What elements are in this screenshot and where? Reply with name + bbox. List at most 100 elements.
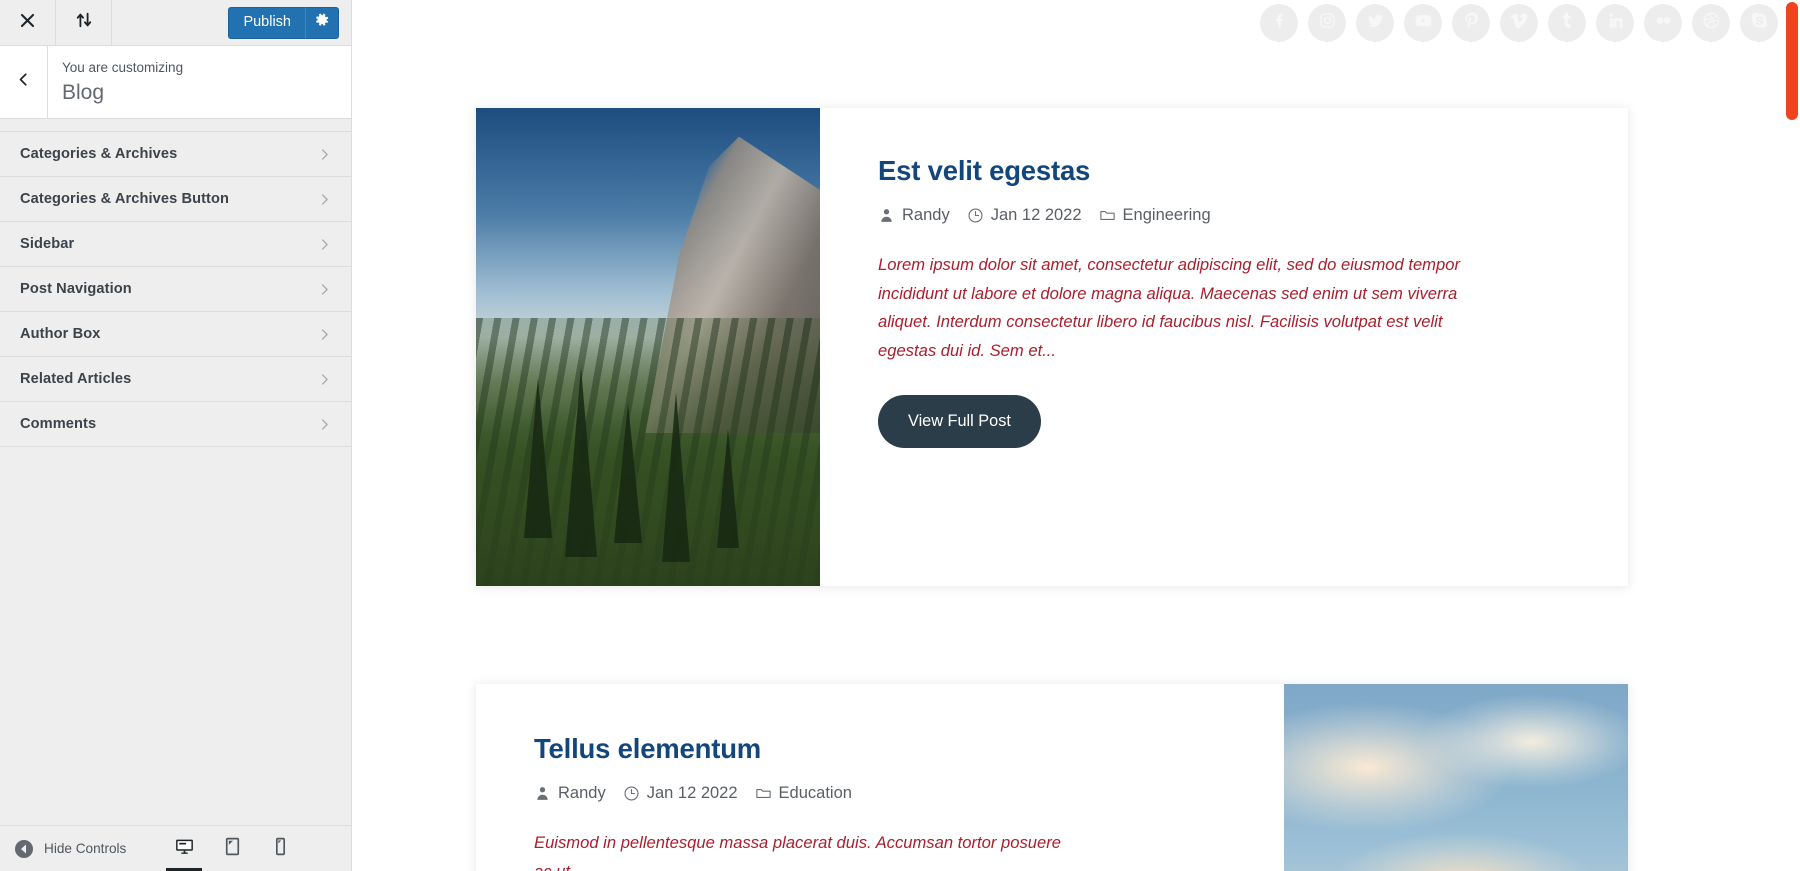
view-full-post-button[interactable]: View Full Post	[878, 395, 1041, 448]
social-link-instagram[interactable]	[1308, 4, 1346, 42]
social-link-flickr[interactable]	[1644, 4, 1682, 42]
post-card[interactable]: Est velit egestas Randy Jan 12 2022 Engi…	[476, 108, 1628, 586]
hide-controls-label: Hide Controls	[44, 841, 127, 856]
social-link-facebook[interactable]	[1260, 4, 1298, 42]
sidebar-item-sidebar[interactable]: Sidebar	[0, 222, 351, 267]
sidebar-item-categories-archives[interactable]: Categories & Archives	[0, 132, 351, 177]
sidebar-item-author-box[interactable]: Author Box	[0, 312, 351, 357]
sidebar-item-label: Author Box	[20, 326, 101, 342]
facebook-icon	[1270, 11, 1289, 35]
device-mobile-button[interactable]	[265, 830, 295, 868]
tree-shape	[661, 392, 690, 563]
sidebar-item-label: Comments	[20, 416, 97, 432]
post-thumbnail[interactable]	[1284, 684, 1628, 871]
chevron-right-icon	[318, 328, 331, 341]
social-link-tumblr[interactable]	[1548, 4, 1586, 42]
publish-group: Publish	[228, 0, 351, 45]
post-card[interactable]: Tellus elementum Randy Jan 12 2022 Educa…	[476, 684, 1628, 871]
post-date-text: Jan 12 2022	[646, 784, 738, 802]
social-link-dribbble[interactable]	[1692, 4, 1730, 42]
social-link-linkedin[interactable]	[1596, 4, 1634, 42]
sidebar-item-related-articles[interactable]: Related Articles	[0, 357, 351, 402]
youtube-icon	[1414, 11, 1433, 35]
sidebar-item-label: Sidebar	[20, 236, 75, 252]
post-author: Randy	[878, 205, 950, 225]
user-icon	[534, 785, 551, 802]
chevron-right-icon	[318, 418, 331, 431]
flickr-icon	[1654, 11, 1673, 35]
post-title[interactable]: Tellus elementum	[534, 732, 1244, 765]
desktop-icon	[174, 836, 195, 862]
tree-shape	[524, 378, 553, 539]
device-preview-group	[166, 830, 337, 871]
customizing-eyebrow: You are customizing	[62, 60, 184, 75]
chevron-right-icon	[318, 193, 331, 206]
publish-button[interactable]: Publish	[228, 6, 305, 39]
chevron-right-icon	[318, 283, 331, 296]
skype-icon	[1750, 11, 1769, 35]
post-date: Jan 12 2022	[623, 783, 738, 803]
post-category-name: Engineering	[1122, 206, 1211, 224]
post-body: Tellus elementum Randy Jan 12 2022 Educa…	[476, 684, 1284, 871]
sidebar-item-label: Related Articles	[20, 371, 132, 387]
social-link-youtube[interactable]	[1404, 4, 1442, 42]
post-author: Randy	[534, 783, 606, 803]
site-preview-frame: Est velit egestas Randy Jan 12 2022 Engi…	[352, 0, 1800, 871]
sidebar-item-comments[interactable]: Comments	[0, 402, 351, 447]
back-button[interactable]	[0, 46, 48, 118]
post-meta: Randy Jan 12 2022 Engineering	[878, 205, 1578, 225]
hide-controls-button[interactable]: Hide Controls	[14, 839, 169, 859]
tumblr-icon	[1558, 11, 1577, 35]
post-category: Education	[755, 783, 852, 803]
sidebar-item-post-navigation[interactable]: Post Navigation	[0, 267, 351, 312]
twitter-icon	[1366, 11, 1385, 35]
sidebar-item-categories-archives-button[interactable]: Categories & Archives Button	[0, 177, 351, 222]
mobile-icon	[270, 836, 291, 862]
post-category: Engineering	[1099, 205, 1211, 225]
social-link-twitter[interactable]	[1356, 4, 1394, 42]
post-date: Jan 12 2022	[967, 205, 1082, 225]
chevron-right-icon	[318, 238, 331, 251]
post-excerpt: Euismod in pellentesque massa placerat d…	[534, 833, 1061, 871]
post-excerpt: Lorem ipsum dolor sit amet, consectetur …	[878, 255, 1460, 360]
customizer-header: You are customizing Blog	[0, 46, 351, 119]
post-thumbnail[interactable]	[476, 108, 820, 586]
panel-spacer	[0, 119, 351, 132]
post-body: Est velit egestas Randy Jan 12 2022 Engi…	[820, 108, 1628, 586]
post-title[interactable]: Est velit egestas	[878, 154, 1578, 187]
close-icon	[19, 12, 36, 34]
tree-shape	[716, 427, 739, 548]
social-link-skype[interactable]	[1740, 4, 1778, 42]
chevron-left-icon	[16, 72, 31, 92]
preview-scrollbar[interactable]	[1784, 0, 1800, 871]
close-customizer-button[interactable]	[0, 0, 56, 45]
publish-settings-button[interactable]	[305, 6, 339, 39]
post-date-text: Jan 12 2022	[990, 206, 1082, 224]
tablet-icon	[222, 836, 243, 862]
customizer-topbar: Publish	[0, 0, 351, 46]
customizer-footer: Hide Controls	[0, 825, 351, 871]
customizer-section-list: Categories & Archives Categories & Archi…	[0, 132, 351, 825]
vimeo-icon	[1509, 11, 1529, 35]
chevron-right-icon	[318, 373, 331, 386]
sidebar-item-label: Categories & Archives	[20, 146, 178, 162]
social-link-pinterest[interactable]	[1452, 4, 1490, 42]
clock-icon	[623, 785, 640, 802]
device-tablet-button[interactable]	[217, 830, 247, 868]
tree-shape	[613, 402, 642, 543]
preview-content: Est velit egestas Randy Jan 12 2022 Engi…	[352, 46, 1800, 871]
post-category-name: Education	[778, 784, 852, 802]
sidebar-item-label: Categories & Archives Button	[20, 191, 230, 207]
post-meta: Randy Jan 12 2022 Education	[534, 783, 1244, 803]
scrollbar-thumb[interactable]	[1786, 2, 1798, 120]
folder-icon	[755, 785, 772, 802]
device-desktop-button[interactable]	[166, 830, 202, 871]
collapse-sidebar-icon	[75, 11, 93, 34]
customizer-screen: Publish You are customizing Blog Categor…	[0, 0, 1800, 871]
customizer-sidebar: Publish You are customizing Blog Categor…	[0, 0, 352, 871]
dribbble-icon	[1702, 11, 1721, 35]
tree-shape	[565, 367, 598, 558]
collapse-sidebar-button[interactable]	[56, 0, 112, 45]
social-link-vimeo[interactable]	[1500, 4, 1538, 42]
